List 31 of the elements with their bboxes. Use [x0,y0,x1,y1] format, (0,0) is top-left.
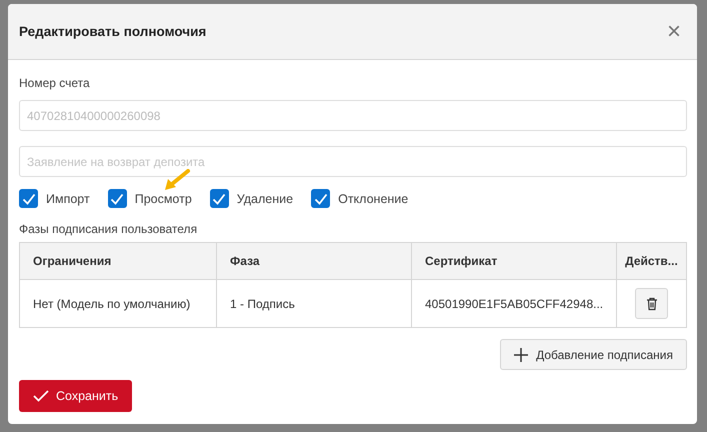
table-cell: 1 - Подпись [216,280,412,328]
checkbox-label: Удаление [236,192,294,206]
add-signing-button[interactable]: Добавление подписания [500,339,687,370]
plus-icon [514,348,528,362]
checkbox[interactable] [19,189,38,208]
checkbox-label: Просмотр [134,192,192,206]
checkbox[interactable] [210,189,229,208]
statement-field[interactable]: Заявление на возврат депозита [19,146,687,177]
arrow-icon [163,169,191,191]
table-cell: Нет (Модель по умолчанию) [20,280,216,328]
checkmark-icon [22,192,36,204]
table-cell: 40501990E1F5AB05CFF42948... [412,280,617,328]
close-button[interactable]: × [666,20,681,44]
field-label: Номер счета [19,76,91,90]
save-button[interactable]: Сохранить [19,380,132,412]
checkmark-icon [110,192,124,204]
column-header: Ограничения [20,242,216,280]
checkbox[interactable] [108,189,127,208]
column-header: Фаза [216,242,412,280]
checkmark-icon [33,390,49,402]
column-header: Действ... [616,242,686,280]
checkmark-icon [212,192,226,204]
dialog-title: Редактировать полномочия [19,24,206,39]
checkbox-label: Отклонение [338,192,408,206]
checkbox-label: Импорт [46,192,90,206]
trash-icon [646,296,658,310]
checkbox[interactable] [311,189,330,208]
checkmark-icon [314,192,328,204]
column-header: Сертификат [412,242,617,280]
section-label: Фазы подписания пользователя [19,222,198,236]
delete-button[interactable] [635,288,668,319]
